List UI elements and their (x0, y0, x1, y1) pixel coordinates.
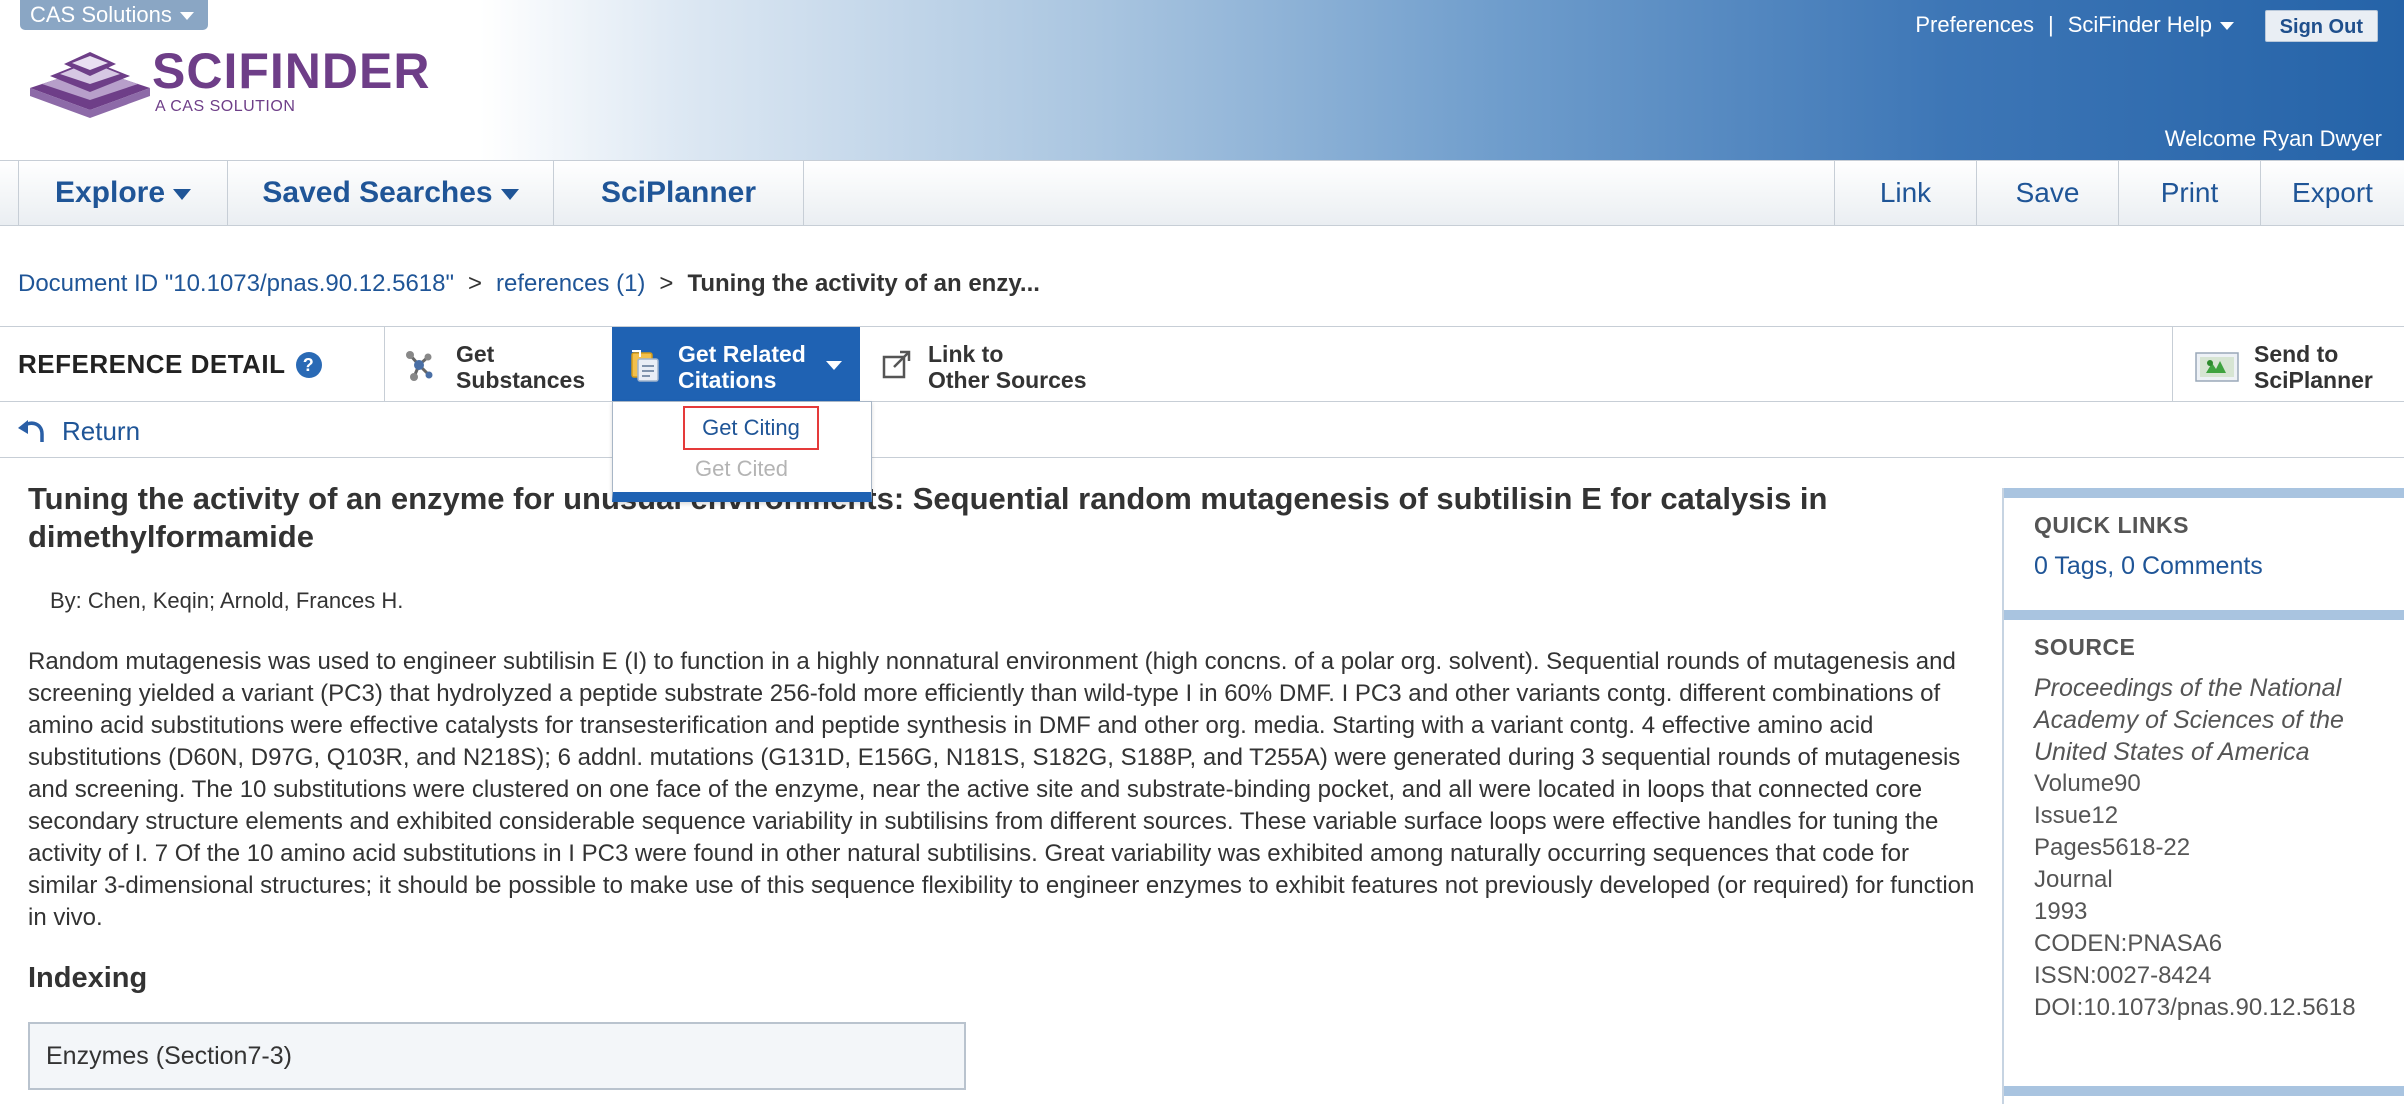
get-substances-line1: Get (456, 341, 495, 367)
link-other-line2: Other Sources (928, 367, 1087, 393)
nav-explore-label: Explore (54, 176, 166, 209)
get-related-citations-button[interactable]: Get Related Citations (612, 327, 860, 401)
get-substances-label: Get Substances (456, 341, 585, 393)
send-to-sciplanner-label: Send to SciPlanner (2254, 341, 2373, 393)
get-substances-line2: Substances (456, 367, 586, 393)
sciplanner-icon (2195, 352, 2239, 382)
breadcrumb-separator: > (659, 270, 674, 297)
source-issue: Issue12 (2034, 802, 2119, 829)
get-cited-option: Get Cited (695, 456, 788, 481)
cas-solutions-menu[interactable]: CAS Solutions (20, 0, 208, 30)
reference-abstract: Random mutagenesis was used to engineer … (28, 648, 1975, 931)
get-citing-option[interactable]: Get Citing (683, 406, 819, 450)
source-doc-type: Journal (2034, 866, 2113, 893)
preferences-link[interactable]: Preferences (1915, 12, 2034, 37)
export-button[interactable]: Export (2260, 161, 2404, 225)
link-to-other-sources-button[interactable]: Link to Other Sources (860, 327, 1140, 401)
toolbar-divider (2172, 327, 2173, 401)
header-banner: CAS Solutions SciFinder A CAS SOLUTION P… (0, 0, 2404, 160)
molecule-icon (406, 351, 433, 381)
reference-toolbar: REFERENCE DETAIL? Get Substances Get Rel… (0, 326, 2404, 402)
sidebar-divider (2004, 610, 2404, 620)
welcome-text: Welcome Ryan Dwyer (2164, 126, 2382, 151)
reference-authors: By: Chen, Keqin; Arnold, Frances H. (50, 588, 404, 613)
cas-solutions-label: CAS Solutions (30, 2, 172, 27)
breadcrumb-separator: > (468, 270, 483, 297)
nav-saved-searches[interactable]: Saved Searches (228, 161, 554, 225)
send-line1: Send to (2254, 341, 2339, 367)
scifinder-help-link[interactable]: SciFinder Help (2068, 12, 2212, 37)
external-link-icon (882, 350, 911, 379)
sidebar-divider (2004, 1086, 2404, 1096)
return-bar: Return (0, 402, 2404, 458)
source-year: 1993 (2034, 898, 2088, 925)
source-heading: SOURCE (2034, 634, 2136, 660)
sidebar-divider (2004, 488, 2404, 498)
get-related-line1: Get Related (678, 341, 806, 367)
link-to-other-sources-label: Link to Other Sources (928, 341, 1087, 393)
reference-detail-title: REFERENCE DETAIL (18, 349, 286, 379)
top-links: Preferences | SciFinder Help (1915, 12, 2234, 38)
toolbar-divider (384, 327, 385, 401)
indexing-heading: Indexing (28, 962, 148, 994)
breadcrumb-current: Tuning the activity of an enzy... (687, 270, 1040, 297)
sign-out-button[interactable]: Sign Out (2264, 10, 2378, 42)
reference-title: Tuning the activity of an enzyme for unu… (28, 481, 1828, 554)
nav-saved-searches-label: Saved Searches (262, 176, 493, 209)
help-icon[interactable]: ? (295, 352, 322, 378)
print-button[interactable]: Print (2118, 161, 2260, 225)
logo-subtitle: A CAS SOLUTION (155, 98, 296, 115)
related-citations-dropdown: Get Citing Get Cited (612, 401, 872, 502)
return-link[interactable]: Return (62, 416, 140, 447)
chevron-down-icon (173, 188, 192, 200)
get-substances-button[interactable]: Get Substances (390, 327, 612, 401)
link-other-line1: Link to (928, 341, 1004, 367)
nav-explore[interactable]: Explore (18, 161, 228, 225)
main-navigation: Explore Saved Searches SciPlanner Link S… (0, 160, 2404, 226)
chevron-down-icon[interactable] (2220, 22, 2234, 31)
tags-comments-link[interactable]: 0 Tags, 0 Comments (2034, 552, 2263, 581)
quick-links-heading: QUICK LINKS (2034, 512, 2189, 538)
nav-sciplanner[interactable]: SciPlanner (554, 161, 804, 225)
source-doi: DOI:10.1073/pnas.90.12.5618 (2034, 994, 2356, 1021)
reference-detail-heading: REFERENCE DETAIL? (18, 349, 322, 380)
get-related-citations-label: Get Related Citations (678, 341, 806, 393)
send-line2: SciPlanner (2254, 367, 2373, 393)
source-journal: Proceedings of the National Academy of S… (2034, 674, 2344, 766)
chevron-down-icon (179, 12, 194, 21)
return-arrow-icon[interactable] (16, 416, 48, 446)
nav-sciplanner-label: SciPlanner (600, 176, 757, 209)
get-related-line2: Citations (678, 367, 777, 393)
chevron-down-icon (500, 188, 519, 200)
breadcrumb-document-id[interactable]: Document ID "10.1073/pnas.90.12.5618" (18, 270, 454, 297)
source-coden: CODEN:PNASA6 (2034, 930, 2223, 957)
breadcrumb: Document ID "10.1073/pnas.90.12.5618" > re… (18, 270, 1040, 298)
source-pages: Pages5618-22 (2034, 834, 2191, 861)
source-issn: ISSN:0027-8424 (2034, 962, 2212, 989)
chevron-down-icon[interactable] (826, 361, 842, 370)
logo-wordmark: SciFinder (152, 43, 431, 99)
breadcrumb-references[interactable]: references (1) (496, 270, 645, 297)
related-citations-icon (631, 350, 659, 382)
indexing-item[interactable]: Enzymes (Section7-3) (28, 1022, 966, 1090)
top-links-separator: | (2048, 12, 2054, 37)
source-volume: Volume90 (2034, 770, 2141, 797)
right-sidebar: QUICK LINKS 0 Tags, 0 Comments SOURCE Pr… (2002, 488, 2404, 1104)
link-button[interactable]: Link (1834, 161, 1976, 225)
save-button[interactable]: Save (1976, 161, 2118, 225)
send-to-sciplanner-button[interactable]: Send to SciPlanner (2178, 327, 2404, 401)
